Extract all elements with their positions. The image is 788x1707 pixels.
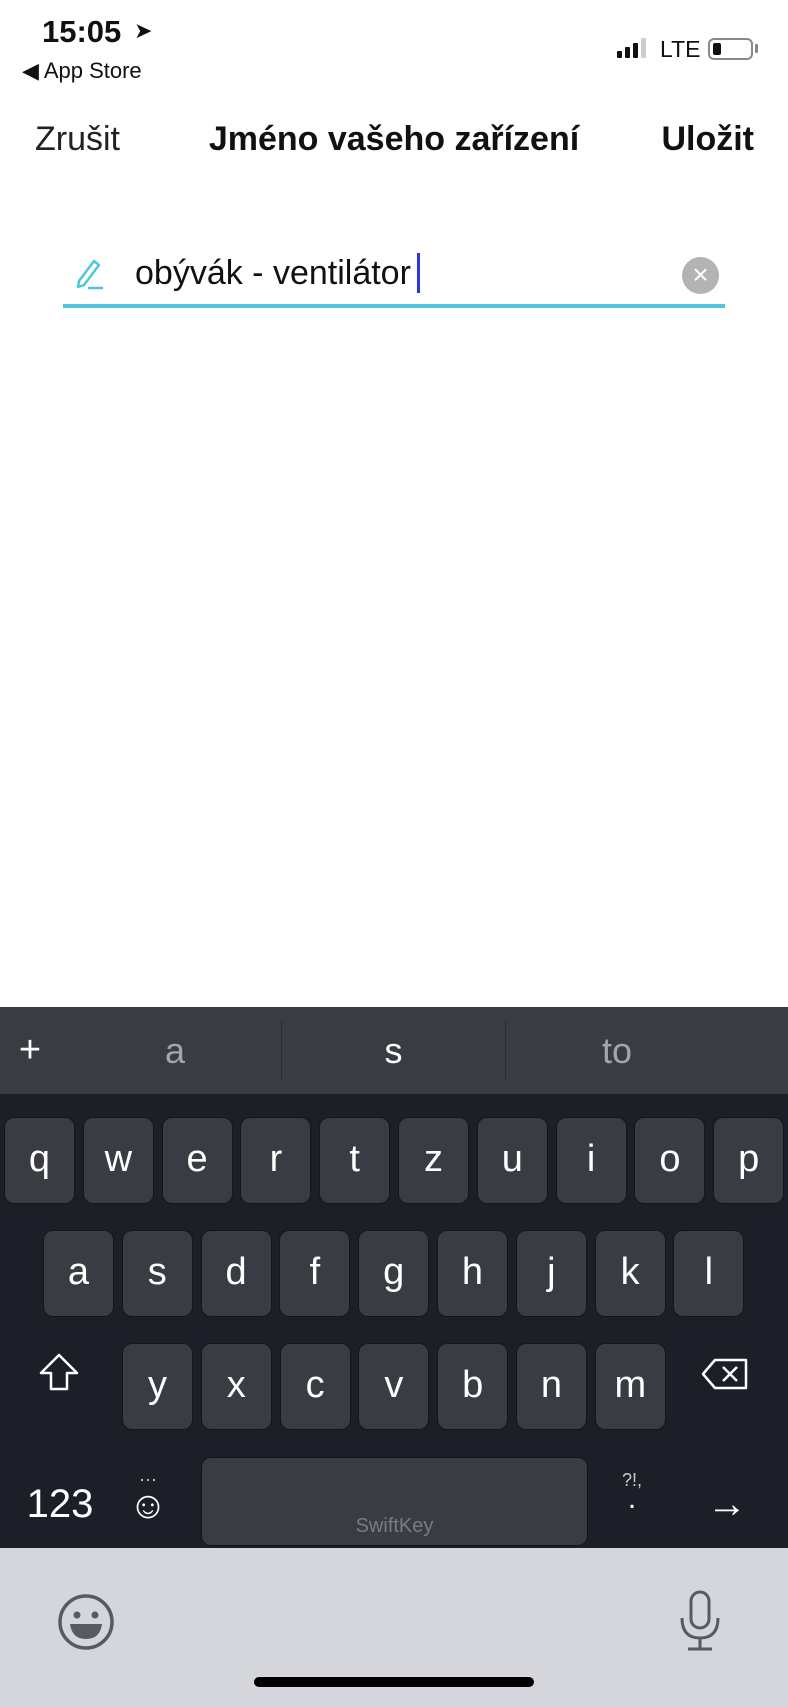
key-f[interactable]: f (279, 1230, 351, 1317)
key-q[interactable]: q (4, 1117, 75, 1204)
key-j[interactable]: j (515, 1230, 587, 1317)
key-o[interactable]: o (634, 1117, 706, 1204)
key-s[interactable]: s (121, 1230, 193, 1317)
key-d[interactable]: d (200, 1230, 272, 1317)
suggestion-bar: + a s to (0, 1007, 788, 1094)
text-caret (416, 253, 420, 293)
key-y[interactable]: y (122, 1343, 193, 1430)
key-n[interactable]: n (516, 1343, 587, 1430)
battery-icon (708, 38, 753, 60)
location-arrow-icon: ➤ (134, 18, 153, 43)
emoji-key-icon[interactable]: ☺ (128, 1485, 168, 1528)
device-name-input[interactable]: obývák - ventilátor × (63, 245, 725, 308)
signal-icon (617, 38, 646, 58)
key-b[interactable]: b (437, 1343, 509, 1430)
key-v[interactable]: v (358, 1343, 430, 1430)
key-k[interactable]: k (594, 1230, 666, 1317)
key-r[interactable]: r (240, 1117, 312, 1204)
punctuation-dot: . (627, 1482, 637, 1515)
battery-cap (755, 44, 758, 53)
key-c[interactable]: c (279, 1343, 351, 1430)
cancel-button[interactable]: Zrušit (35, 120, 120, 159)
key-p[interactable]: p (713, 1117, 785, 1204)
back-to-app-store[interactable]: ◀ App Store (22, 58, 142, 84)
key-x[interactable]: x (200, 1343, 272, 1430)
device-name-value: obývák - ventilátor (135, 253, 411, 292)
key-m[interactable]: m (594, 1343, 666, 1430)
space-key[interactable]: SwiftKey (201, 1457, 588, 1546)
microphone-icon[interactable] (678, 1590, 722, 1657)
pencil-icon (73, 255, 105, 296)
suggestion[interactable]: to (506, 1007, 728, 1094)
emoji-icon[interactable] (57, 1593, 115, 1656)
key-u[interactable]: u (476, 1117, 548, 1204)
key-w[interactable]: w (82, 1117, 154, 1204)
network-type: LTE (660, 36, 701, 62)
save-button[interactable]: Uložit (661, 120, 754, 159)
shift-key[interactable] (36, 1352, 82, 1397)
enter-arrow-icon[interactable]: → (700, 1482, 754, 1527)
key-i[interactable]: i (555, 1117, 627, 1204)
suggestion[interactable]: s (282, 1007, 505, 1094)
key-h[interactable]: h (437, 1230, 508, 1317)
add-icon[interactable]: + (10, 1007, 50, 1094)
status-time: 15:05 (42, 14, 122, 49)
clear-icon[interactable]: × (682, 257, 719, 294)
keyboard: + a s to qwertzuiopasdfghjklyxcvbnm 123 … (0, 1007, 788, 1548)
key-e[interactable]: e (161, 1117, 233, 1204)
home-indicator[interactable] (254, 1677, 534, 1687)
key-l[interactable]: l (673, 1230, 745, 1317)
key-z[interactable]: z (398, 1117, 469, 1204)
swiftkey-logo: SwiftKey (355, 1515, 434, 1537)
key-t[interactable]: t (319, 1117, 391, 1204)
key-a[interactable]: a (43, 1230, 114, 1317)
numbers-key[interactable]: 123 (20, 1482, 100, 1527)
key-g[interactable]: g (358, 1230, 430, 1317)
backspace-key[interactable] (700, 1357, 750, 1396)
suggestion[interactable]: a (70, 1007, 280, 1094)
